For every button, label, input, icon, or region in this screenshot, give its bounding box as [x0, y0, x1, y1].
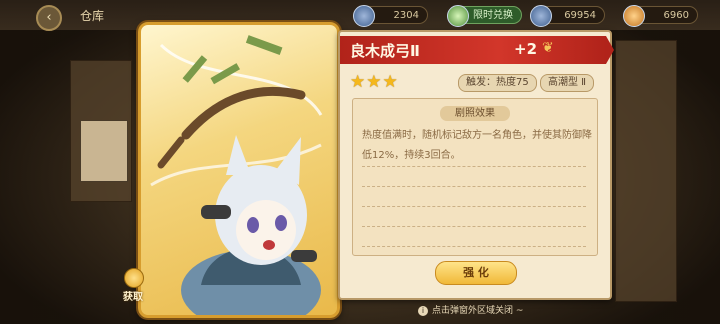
bg-shelf-right [615, 40, 677, 302]
divider-line [362, 226, 586, 227]
crystal-icon [353, 5, 375, 27]
exchange-icon [447, 5, 469, 27]
bg-note-paper [80, 120, 128, 182]
back-button[interactable]: ‹ [36, 5, 62, 31]
effect-description: 热度值满时，随机标记敌方一名角色，并使其防御降低12%，持续3回合。 [362, 130, 592, 161]
character-card [138, 22, 340, 318]
item-name: 良木成弓Ⅱ [350, 42, 420, 60]
page-title: 仓库 [80, 9, 105, 23]
limited-exchange-button[interactable]: 限时兑换 [447, 5, 522, 27]
resource-counter-4: 6960 [623, 5, 698, 27]
trigger-tag: 触发：热度75 [458, 74, 537, 92]
resource-counter-1: 2304 [353, 5, 428, 27]
divider-line [362, 166, 586, 167]
effect-title: 剧照效果 [440, 106, 510, 121]
magnifier-icon [124, 268, 144, 288]
type-tag: 高潮型 Ⅱ [540, 74, 595, 92]
enhance-level: +2 [514, 40, 538, 58]
resource-counter-3: 69954 [530, 5, 605, 27]
divider-line [362, 186, 586, 187]
upgrade-button[interactable]: 强 化 [435, 261, 517, 285]
divider-line [362, 246, 586, 247]
effect-box [352, 98, 598, 256]
gem-icon [530, 5, 552, 27]
coin-icon [623, 5, 645, 27]
star-rating: ★★★ [350, 72, 399, 92]
divider-line [362, 206, 586, 207]
feather-icon: ❦ [542, 40, 554, 56]
close-hint: i 点击弹窗外区域关闭 ~ [418, 303, 523, 316]
info-icon: i [418, 306, 428, 316]
get-button[interactable]: 获取 [118, 268, 148, 303]
character-illustration [150, 35, 323, 315]
